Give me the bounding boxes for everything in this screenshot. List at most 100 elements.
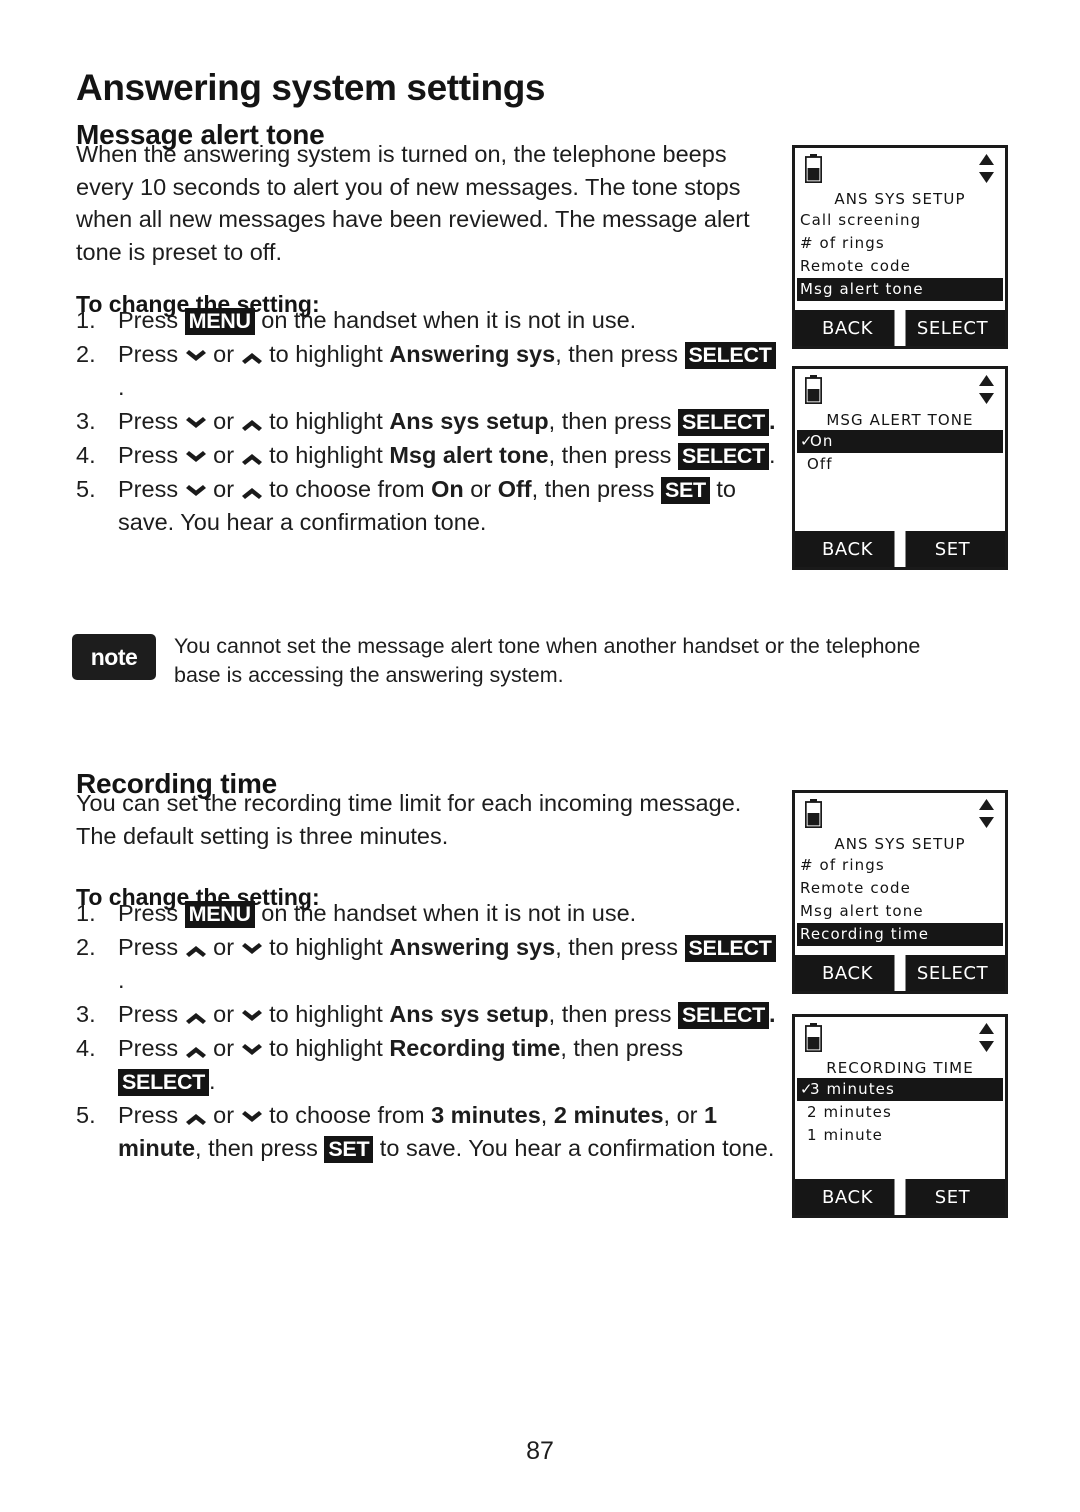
step-text: Press or to highlight Ans sys setup, the… xyxy=(118,1001,776,1029)
emphasis-text: Off xyxy=(497,476,532,502)
lcd-menu-body: RECORDING TIME ✓3 minutes 2 minutes 1 minut… xyxy=(795,1059,1005,1179)
lcd-menu-item-selected[interactable]: ✓3 minutes xyxy=(797,1078,1003,1101)
lcd-inner: MSG ALERT TONE ✓On Off BACK SET xyxy=(795,369,1005,567)
lcd-screen-recording-time-options: RECORDING TIME ✓3 minutes 2 minutes 1 minut… xyxy=(792,1014,1008,1218)
key-badge-menu[interactable]: MENU xyxy=(184,901,255,928)
step-text: Press MENU on the handset when it is not… xyxy=(118,900,637,928)
step-item: 2. Press or to highlight Answering sys, t… xyxy=(76,931,776,997)
step-item: 1. Press MENU on the handset when it is n… xyxy=(76,304,776,337)
lcd-menu-item-label: Msg alert tone xyxy=(800,902,924,920)
emphasis-text: On xyxy=(431,476,464,502)
chevron-down-icon xyxy=(185,349,207,364)
softkey-left[interactable]: BACK xyxy=(795,539,900,560)
lcd-inner: ANS SYS SETUP # of rings Remote code Msg al… xyxy=(795,793,1005,991)
key-badge-set[interactable]: SET xyxy=(324,1136,374,1163)
step-number: 4. xyxy=(76,1035,96,1061)
step-number: 4. xyxy=(76,442,96,468)
lcd-menu-title: RECORDING TIME xyxy=(826,1059,974,1077)
step-number: 3. xyxy=(76,408,96,434)
lcd-menu-title: ANS SYS SETUP xyxy=(834,190,966,208)
lcd-menu-item[interactable]: Remote code xyxy=(795,255,1005,278)
chevron-up-icon xyxy=(185,1111,207,1125)
emphasis-text: Answering sys xyxy=(389,341,556,367)
lcd-menu-item-label: 1 minute xyxy=(807,1126,884,1144)
softkey-right[interactable]: SELECT xyxy=(900,963,1005,984)
lcd-status-bar xyxy=(795,148,1005,190)
softkey-left[interactable]: BACK xyxy=(795,963,900,984)
lcd-menu-body: ANS SYS SETUP # of rings Remote code Msg al… xyxy=(795,835,1005,955)
key-badge-select[interactable]: SELECT xyxy=(677,409,769,436)
chevron-down-icon xyxy=(241,1043,263,1058)
key-badge-select[interactable]: SELECT xyxy=(677,1002,769,1029)
lcd-menu-item[interactable]: Off xyxy=(795,453,1005,476)
step-text: Press MENU on the handset when it is not… xyxy=(118,307,637,335)
chevron-down-icon xyxy=(241,1110,263,1125)
lcd-menu-item[interactable]: 1 minute xyxy=(795,1124,1005,1147)
lcd-menu-item[interactable]: Msg alert tone xyxy=(795,900,1005,923)
lcd-menu-item-selected[interactable]: Recording time xyxy=(797,923,1003,946)
scroll-updown-icon xyxy=(978,1022,995,1053)
step-text: Press or to choose from On or Off, then … xyxy=(118,476,737,535)
lcd-menu-item-label: 2 minutes xyxy=(807,1103,892,1121)
page-number: 87 xyxy=(526,1437,554,1465)
lcd-menu-body: ANS SYS SETUP Call screening # of rings Rem… xyxy=(795,190,1005,310)
battery-half-icon xyxy=(804,375,823,405)
key-badge-menu[interactable]: MENU xyxy=(184,308,255,335)
lcd-menu-item-label: # of rings xyxy=(800,234,885,252)
key-badge-set[interactable]: SET xyxy=(660,477,710,504)
steps-list-recording-time: 1. Press MENU on the handset when it is n… xyxy=(76,897,776,1166)
lcd-menu-item-label: Call screening xyxy=(800,211,922,229)
softkey-right[interactable]: SET xyxy=(900,1187,1005,1208)
checkmark-icon: ✓ xyxy=(800,1080,813,1098)
key-badge-select[interactable]: SELECT xyxy=(684,342,776,369)
battery-half-icon xyxy=(804,799,823,829)
lcd-menu-item[interactable]: # of rings xyxy=(795,854,1005,877)
softkey-divider xyxy=(894,949,906,991)
emphasis-text: Ans sys setup xyxy=(389,1001,549,1027)
step-item: 4. Press or to highlight Msg alert tone, … xyxy=(76,439,776,472)
section-paragraph-message-alert-tone: When the answering system is turned on, … xyxy=(76,141,750,265)
lcd-menu-item-label: On xyxy=(810,432,834,450)
chevron-up-icon xyxy=(185,1044,207,1058)
lcd-menu-item[interactable]: Call screening xyxy=(795,209,1005,232)
lcd-menu-item-selected[interactable]: Msg alert tone xyxy=(797,278,1003,301)
softkey-left[interactable]: BACK xyxy=(795,1187,900,1208)
step-text: Press or to highlight Msg alert tone, th… xyxy=(118,442,776,470)
step-text: Press or to highlight Answering sys, the… xyxy=(118,934,776,993)
lcd-inner: ANS SYS SETUP Call screening # of rings Rem… xyxy=(795,148,1005,346)
step-item: 2. Press or to highlight Answering sys, t… xyxy=(76,338,776,404)
lcd-status-bar xyxy=(795,369,1005,411)
lcd-menu-item-label: # of rings xyxy=(800,856,885,874)
key-badge-select[interactable]: SELECT xyxy=(684,935,776,962)
lcd-menu-item[interactable]: Remote code xyxy=(795,877,1005,900)
step-number: 3. xyxy=(76,1001,96,1027)
chevron-down-icon xyxy=(241,1009,263,1024)
manual-page: Answering system settings Message alert … xyxy=(0,0,1080,1512)
emphasis-text: . xyxy=(769,1001,776,1027)
lcd-menu-item-label: Recording time xyxy=(800,925,930,943)
steps-list-message-alert-tone: 1. Press MENU on the handset when it is n… xyxy=(76,304,776,540)
lcd-menu-item-selected[interactable]: ✓On xyxy=(797,430,1003,453)
chevron-up-icon xyxy=(241,417,263,431)
step-item: 5. Press or to choose from On or Off, the… xyxy=(76,473,776,539)
softkey-left[interactable]: BACK xyxy=(795,318,900,339)
lcd-screen-ans-sys-setup-msg-alert: ANS SYS SETUP Call screening # of rings Rem… xyxy=(792,145,1008,349)
softkey-divider xyxy=(894,304,906,346)
emphasis-text: 3 minutes xyxy=(431,1102,541,1128)
key-badge-select[interactable]: SELECT xyxy=(677,443,769,470)
key-badge-select[interactable]: SELECT xyxy=(118,1069,210,1096)
emphasis-text: Ans sys setup xyxy=(389,408,549,434)
scroll-updown-icon xyxy=(978,798,995,829)
emphasis-text: Recording time xyxy=(389,1035,561,1061)
lcd-menu-item[interactable]: # of rings xyxy=(795,232,1005,255)
step-text: Press or to highlight Answering sys, the… xyxy=(118,341,776,400)
lcd-softkey-bar: BACK SELECT xyxy=(795,304,1005,346)
softkey-right[interactable]: SELECT xyxy=(900,318,1005,339)
chevron-up-icon xyxy=(241,350,263,364)
softkey-right[interactable]: SET xyxy=(900,539,1005,560)
lcd-menu-title: MSG ALERT TONE xyxy=(826,411,974,429)
note-text: You cannot set the message alert tone wh… xyxy=(174,634,921,687)
lcd-softkey-bar: BACK SELECT xyxy=(795,949,1005,991)
step-text: Press or to choose from 3 minutes, 2 min… xyxy=(118,1102,775,1163)
lcd-menu-item[interactable]: 2 minutes xyxy=(795,1101,1005,1124)
